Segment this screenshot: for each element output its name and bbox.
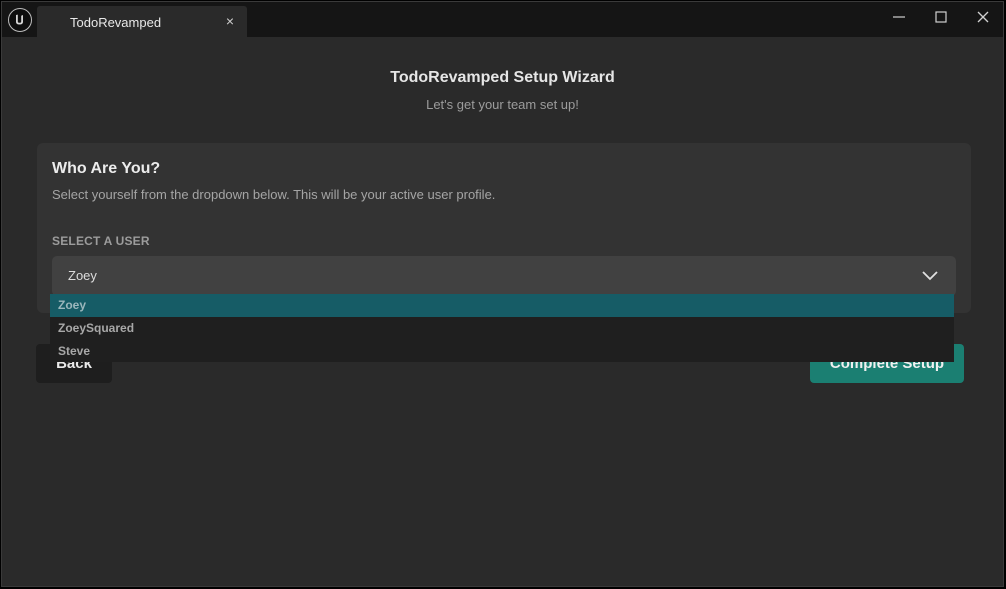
close-window-button[interactable] (970, 6, 996, 28)
card-description: Select yourself from the dropdown below.… (52, 187, 496, 202)
user-options-list: Zoey ZoeySquared Steve (50, 294, 954, 362)
select-user-label: SELECT A USER (52, 234, 150, 248)
option-zoeysquared[interactable]: ZoeySquared (50, 317, 954, 340)
maximize-button[interactable] (928, 6, 954, 28)
chevron-down-icon (922, 271, 938, 281)
wizard-subtitle: Let's get your team set up! (426, 97, 579, 112)
close-icon (977, 11, 989, 23)
unreal-logo-icon (8, 8, 32, 32)
tab-close-icon[interactable]: × (223, 13, 237, 29)
minimize-icon (893, 16, 905, 18)
option-zoey[interactable]: Zoey (50, 294, 954, 317)
card-title: Who Are You? (52, 160, 161, 177)
wizard-title: TodoRevamped Setup Wizard (390, 69, 615, 86)
title-bar[interactable]: TodoRevamped × (2, 2, 1003, 37)
user-select-dropdown[interactable]: Zoey (52, 256, 956, 296)
option-steve[interactable]: Steve (50, 340, 954, 363)
minimize-button[interactable] (886, 6, 912, 28)
window-tab[interactable]: TodoRevamped × (37, 6, 247, 37)
user-select-card: Who Are You? Select yourself from the dr… (37, 143, 971, 313)
maximize-icon (935, 11, 947, 23)
tab-title: TodoRevamped (70, 15, 162, 30)
selected-user-value: Zoey (68, 268, 97, 283)
